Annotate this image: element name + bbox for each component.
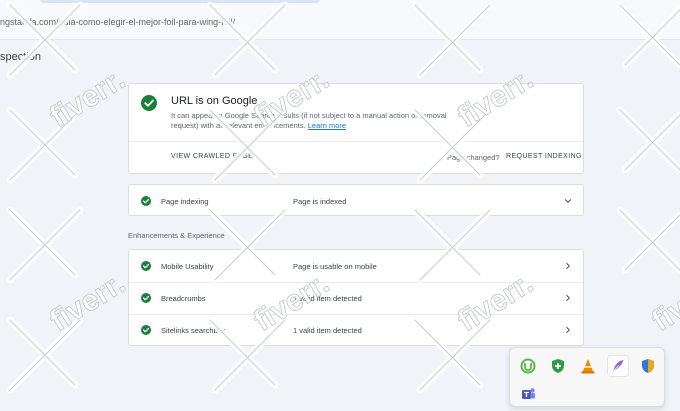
watermark-text: fiverr. <box>44 267 131 338</box>
chevron-right-icon[interactable] <box>561 323 575 337</box>
chevron-right-icon[interactable] <box>561 259 575 273</box>
url-status-card: URL is on Google It can appear in Google… <box>128 83 584 174</box>
check-circle-icon <box>141 196 151 206</box>
enhancements-section-label: Enhancements & Experience <box>128 231 225 240</box>
security-shield-icon[interactable] <box>638 356 658 376</box>
status-description: It can appear in Google Search results (… <box>171 111 461 131</box>
enhancement-name: Breadcrumbs <box>161 294 206 303</box>
chevron-down-icon[interactable] <box>561 194 575 208</box>
request-indexing-button[interactable]: REQUEST INDEXING <box>506 153 582 160</box>
tab-strip-edge <box>40 0 320 3</box>
shield-plus-icon[interactable] <box>548 356 568 376</box>
enhancement-row-mobile-usability[interactable]: Mobile Usability Page is usable on mobil… <box>129 250 583 282</box>
enhancements-list: Mobile Usability Page is usable on mobil… <box>128 249 584 346</box>
utorrent-icon[interactable] <box>518 356 538 376</box>
check-circle-icon <box>141 293 151 303</box>
view-crawled-page-button[interactable]: VIEW CRAWLED PAGE <box>171 153 253 160</box>
divider <box>129 141 583 142</box>
check-circle-icon <box>141 95 157 111</box>
status-headline: URL is on Google <box>171 95 258 107</box>
watermark-text: fiverr. <box>44 63 131 134</box>
enhancement-row-breadcrumbs[interactable]: Breadcrumbs 1 valid item detected <box>129 282 583 314</box>
teams-icon[interactable] <box>518 384 538 404</box>
page-changed-label: Page changed? <box>447 153 500 162</box>
chevron-right-icon[interactable] <box>561 291 575 305</box>
check-circle-icon <box>141 261 151 271</box>
system-tray-overflow <box>509 347 665 407</box>
watermark-text: fiverr. <box>646 267 680 338</box>
address-bar[interactable]: ngstarlifa.com/guia-como-elegir-el-mejor… <box>0 0 680 40</box>
enhancement-value: 1 valid item detected <box>293 326 362 335</box>
enhancement-value: Page is usable on mobile <box>293 262 377 271</box>
enhancement-row-sitelinks-searchbox[interactable]: Sitelinks searchbox 1 valid item detecte… <box>129 314 583 346</box>
enhancement-name: Sitelinks searchbox <box>161 326 226 335</box>
page-indexing-value: Page is indexed <box>293 197 347 206</box>
feather-pen-icon[interactable] <box>608 356 628 376</box>
url-text: ngstarlifa.com/guia-como-elegir-el-mejor… <box>0 17 236 27</box>
page-indexing-label: Page indexing <box>161 197 209 206</box>
check-circle-icon <box>141 325 151 335</box>
page-indexing-row[interactable]: Page indexing Page is indexed <box>128 184 584 216</box>
learn-more-link[interactable]: Learn more <box>308 121 346 130</box>
vlc-icon[interactable] <box>578 356 598 376</box>
enhancement-name: Mobile Usability <box>161 262 214 271</box>
enhancement-value: 1 valid item detected <box>293 294 362 303</box>
page-title: spection <box>0 51 41 63</box>
